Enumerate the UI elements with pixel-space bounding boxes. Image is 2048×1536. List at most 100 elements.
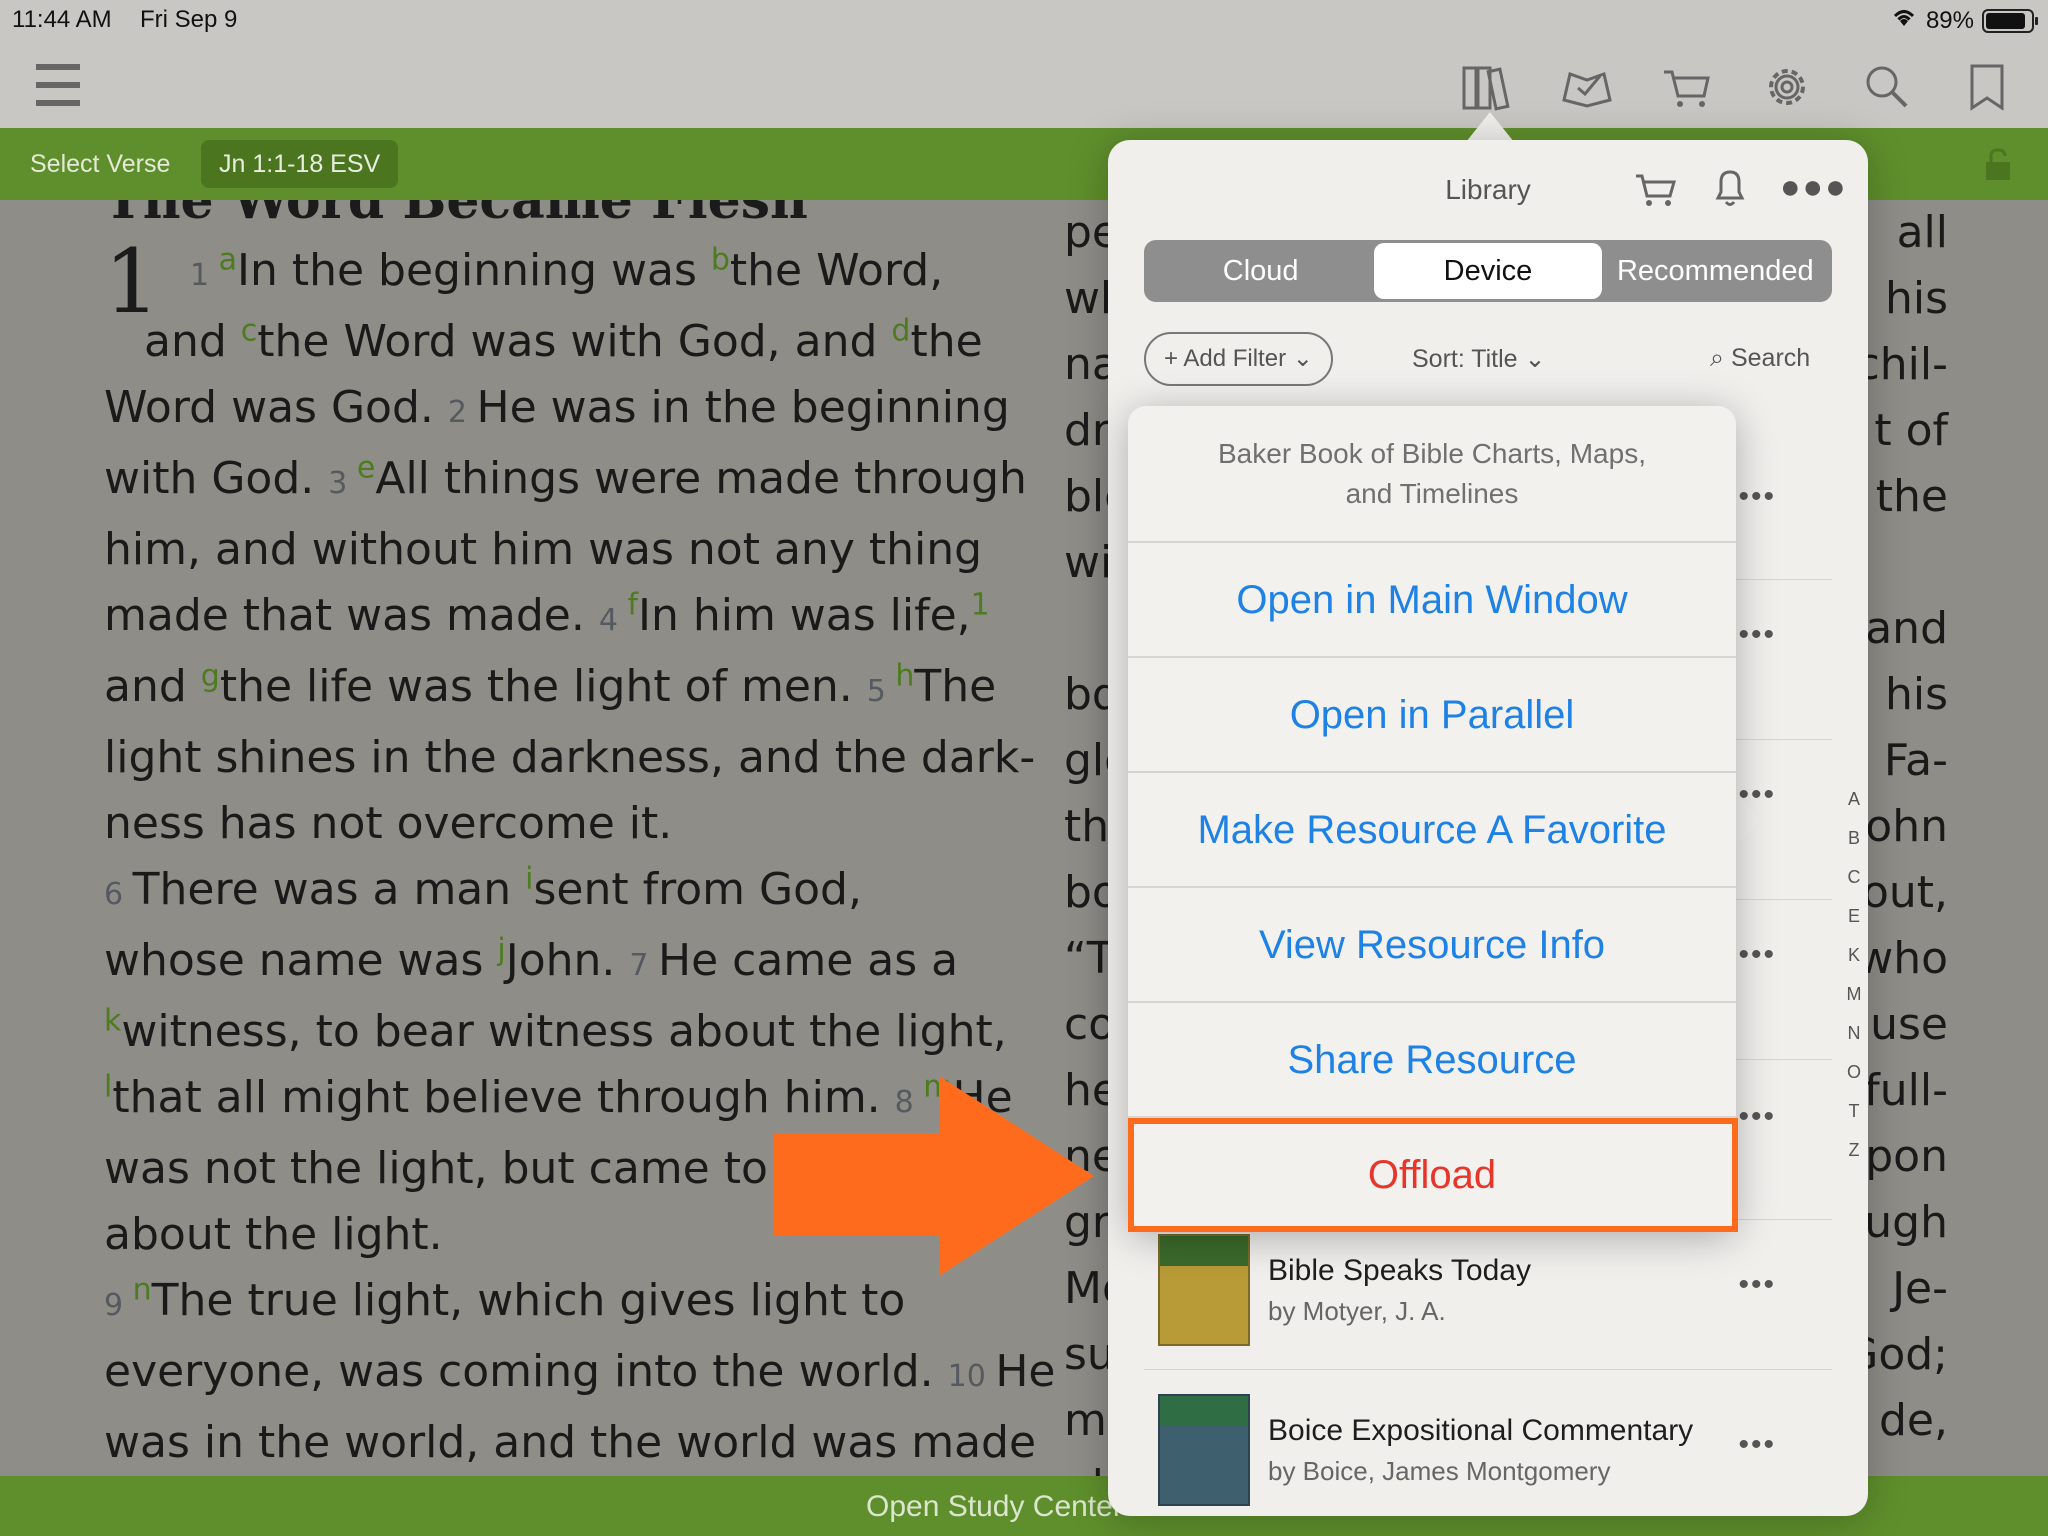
row-more-icon[interactable]: •••: [1738, 1268, 1776, 1302]
add-filter-label: + Add Filter: [1164, 345, 1287, 372]
book-author: by Motyer, J. A.: [1268, 1296, 1446, 1326]
verse-text: and: [144, 316, 241, 367]
alphabet-index-letter[interactable]: B: [1844, 819, 1864, 858]
bookmark-icon[interactable]: [1960, 60, 2014, 114]
verse-line[interactable]: 1 aIn the beginning was bthe Word,: [104, 238, 984, 309]
sort-label: Sort: Title: [1412, 345, 1518, 373]
book-cover: [1152, 1394, 1250, 1516]
verse-number: 3: [328, 466, 357, 501]
reference-picker[interactable]: Jn 1:1-18 ESV: [201, 140, 399, 188]
search-icon[interactable]: [1860, 60, 1914, 114]
bible-passage: 1 aIn the beginning was bthe Word, and ct…: [104, 238, 1062, 1476]
battery-percent: 89%: [1925, 6, 1974, 34]
alphabet-index-letter[interactable]: K: [1844, 936, 1864, 975]
verse-text: He was in the beginning: [476, 382, 1010, 433]
verse-line[interactable]: kwitness, to bear witness about the ligh…: [104, 999, 1007, 1065]
verse-text: and: [104, 661, 201, 712]
row-more-icon[interactable]: •••: [1738, 480, 1776, 514]
lock-icon[interactable]: [1980, 146, 2016, 182]
verse-line[interactable]: light shines in the darkness, and the da…: [104, 725, 1035, 791]
verse-line[interactable]: whose name was jJohn. 7 He came as a: [104, 928, 984, 999]
verse-line[interactable]: 9 nThe true light, which gives light to: [104, 1268, 984, 1339]
open-in-parallel-button[interactable]: Open in Parallel: [1128, 658, 1736, 773]
tab-device[interactable]: Device: [1374, 243, 1602, 299]
status-indicators: 89%: [1890, 6, 2038, 35]
verse-text: the life was the light of men.: [219, 661, 867, 712]
verse-number: 6: [104, 877, 133, 912]
tab-recommended[interactable]: Recommended: [1602, 243, 1829, 299]
verse-line[interactable]: 6 There was a man isent from God,: [104, 857, 984, 928]
tab-cloud[interactable]: Cloud: [1147, 243, 1374, 299]
add-filter-button[interactable]: + Add Filter ⌄: [1144, 332, 1333, 386]
verse-text: He: [995, 1346, 1056, 1397]
select-verse-button[interactable]: Select Verse: [30, 150, 170, 179]
footnote-marker: f: [627, 587, 638, 623]
alphabet-index-letter[interactable]: T: [1844, 1092, 1864, 1131]
verse-line[interactable]: him, and without him was not any thing: [104, 517, 984, 583]
verse-text: the Word,: [729, 245, 944, 296]
alphabet-index-letter[interactable]: E: [1844, 897, 1864, 936]
alphabet-index-letter[interactable]: Z: [1844, 1131, 1864, 1170]
reading-plan-icon[interactable]: [1560, 60, 1614, 114]
verse-line[interactable]: with God. 3 eAll things were made throug…: [104, 446, 1027, 517]
alphabet-index[interactable]: ABCEKMNOTZ: [1844, 780, 1864, 1170]
verse-line[interactable]: was in the world, and the world was made: [104, 1410, 1036, 1476]
alphabet-index-letter[interactable]: N: [1844, 1014, 1864, 1053]
verse-number: 9: [104, 1288, 133, 1323]
footnote-marker: g: [200, 658, 220, 694]
verse-line[interactable]: made that was made. 4 fIn him was life,1: [104, 583, 990, 654]
verse-number: 10: [947, 1359, 996, 1394]
verse-text: everyone, was coming into the world.: [104, 1346, 948, 1397]
verse-text: In the beginning was: [237, 245, 711, 296]
popover-caret: [1466, 112, 1514, 142]
verse-line[interactable]: Word was God. 2 He was in the beginning: [104, 375, 1010, 446]
alphabet-index-letter[interactable]: M: [1844, 975, 1864, 1014]
row-more-icon[interactable]: •••: [1738, 1428, 1776, 1462]
verse-line[interactable]: and cthe Word was with God, and dthe: [104, 309, 984, 375]
status-date: Fri Sep 9: [140, 6, 238, 33]
open-study-center-button[interactable]: Open Study Center: [866, 1490, 1123, 1524]
verse-line[interactable]: and gthe life was the light of men. 5 hT…: [104, 654, 996, 725]
footnote-marker: b: [710, 242, 730, 278]
offload-highlight-box: [1128, 1118, 1738, 1232]
book-title: Bible Speaks Today: [1268, 1254, 1531, 1287]
more-options-icon[interactable]: ●●●: [1780, 168, 1848, 207]
footnote-marker: d: [891, 313, 911, 349]
resource-title: Baker Book of Bible Charts, Maps, and Ti…: [1128, 406, 1736, 543]
library-icon[interactable]: [1460, 60, 1514, 114]
verse-line[interactable]: everyone, was coming into the world. 10 …: [104, 1339, 1055, 1410]
share-resource-button[interactable]: Share Resource: [1128, 1003, 1736, 1118]
library-search-button[interactable]: ⌕ Search: [1710, 344, 1810, 373]
list-item[interactable]: Boice Expositional Commentary by Boice, …: [1144, 1370, 1832, 1516]
verse-line[interactable]: ness has not overcome it.: [104, 791, 984, 857]
verse-text: ness has not overcome it.: [104, 798, 673, 849]
store-cart-icon[interactable]: [1634, 170, 1678, 210]
alphabet-index-letter[interactable]: A: [1844, 780, 1864, 819]
verse-text: the Word was with God, and: [257, 316, 892, 367]
row-more-icon[interactable]: •••: [1738, 1100, 1776, 1134]
verse-text: John.: [505, 935, 630, 986]
resource-action-menu: Baker Book of Bible Charts, Maps, and Ti…: [1128, 406, 1736, 1232]
verse-number: 5: [866, 674, 896, 709]
verse-text: sent from God,: [533, 864, 862, 915]
verse-text: witness, to bear witness about the light…: [121, 1006, 1007, 1057]
settings-icon[interactable]: [1760, 60, 1814, 114]
verse-text: made that was made.: [104, 590, 599, 641]
library-title: Library: [1445, 174, 1531, 205]
wifi-icon: [1890, 6, 1918, 35]
row-more-icon[interactable]: •••: [1738, 618, 1776, 652]
row-more-icon[interactable]: •••: [1738, 938, 1776, 972]
library-segmented-control: Cloud Device Recommended: [1144, 240, 1832, 302]
view-resource-info-button[interactable]: View Resource Info: [1128, 888, 1736, 1003]
alphabet-index-letter[interactable]: C: [1844, 858, 1864, 897]
open-in-main-window-button[interactable]: Open in Main Window: [1128, 543, 1736, 658]
menu-icon[interactable]: [34, 62, 90, 108]
alphabet-index-letter[interactable]: O: [1844, 1053, 1864, 1092]
sort-button[interactable]: Sort: Title ⌄: [1412, 344, 1546, 374]
make-favorite-button[interactable]: Make Resource A Favorite: [1128, 773, 1736, 888]
cart-icon[interactable]: [1660, 60, 1714, 114]
list-item[interactable]: Bible Speaks Today by Motyer, J. A. •••: [1144, 1210, 1832, 1370]
verse-text: Word was God.: [104, 382, 448, 433]
notification-bell-icon[interactable]: [1712, 168, 1748, 208]
library-search-label: Search: [1730, 344, 1811, 372]
